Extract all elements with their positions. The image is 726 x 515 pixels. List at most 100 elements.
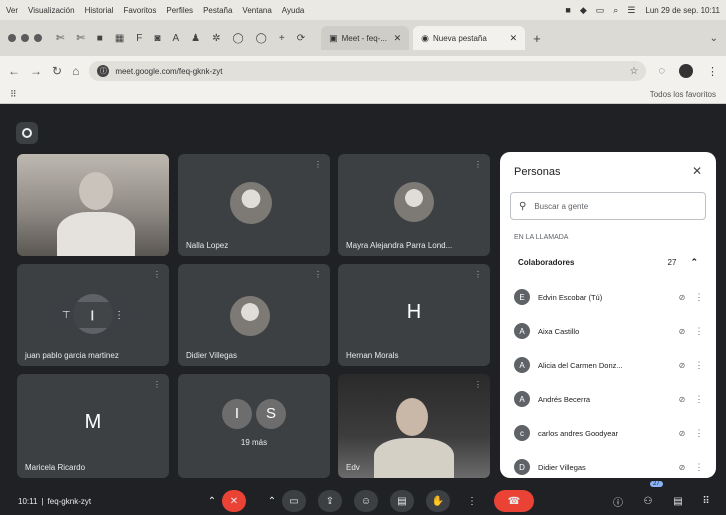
menu-item-visualizacion[interactable]: Visualización [28,6,75,15]
tab-search-icon[interactable]: ⌄ [710,33,718,44]
person-name: Alicia del Carmen Donz... [538,360,623,370]
others-tile[interactable]: I S 19 más [178,374,330,478]
reload-button[interactable]: ↻ [52,64,62,78]
more-options-icon[interactable]: ⋮ [692,462,706,473]
more-options-icon[interactable]: ⋮ [692,326,706,337]
pin-icon[interactable]: ⊤ [62,310,71,321]
camera-toggle-button[interactable]: ▭ [282,490,306,512]
extension-icon[interactable]: ✄ [56,33,64,44]
new-tab-button[interactable]: + [533,31,541,46]
person-name: carlos andres Goodyear [538,428,619,438]
mic-off-icon: ⋮ [474,270,482,279]
chevron-up-icon[interactable]: ⌃ [200,490,224,512]
close-panel-icon[interactable]: ✕ [692,164,702,178]
extension-icon[interactable]: ◯ [232,33,243,44]
chevron-up-icon[interactable]: ⌃ [690,257,698,268]
menu-item-pestana[interactable]: Pestaña [203,6,232,15]
more-options-icon[interactable]: ⋮ [692,428,706,439]
meeting-details-icon[interactable]: ⓘ [606,490,630,512]
person-name: Edvin Escobar (Tú) [538,292,603,302]
menu-item-ver[interactable]: Ver [6,6,18,15]
list-item[interactable]: c carlos andres Goodyear ⊘ ⋮ [514,416,706,450]
mute-tile-icon[interactable]: ❙ [88,310,96,321]
extension-icon[interactable]: ◯ [256,33,267,44]
close-tab-icon[interactable]: ✕ [394,33,402,44]
participant-tile[interactable]: ⋮ H Hernan Morals [338,264,490,366]
menu-item-ayuda[interactable]: Ayuda [282,6,305,15]
bookmark-star-icon[interactable]: ☆ [629,66,638,77]
apps-grid-icon[interactable]: ⠿ [10,89,17,100]
participant-tile[interactable]: ⋮ Nalla Lopez [178,154,330,256]
more-options-icon[interactable]: ⋮ [692,394,706,405]
extension-icon[interactable]: + [279,33,285,44]
raise-hand-button[interactable]: ✋ [426,490,450,512]
collaborators-group-header[interactable]: Colaboradores 27 ⌃ [510,250,706,274]
menubar-clock[interactable]: Lun 29 de sep. 10:11 [645,6,720,15]
all-bookmarks-link[interactable]: Todos los favoritos [650,90,716,99]
activities-button[interactable]: ⠿ [694,490,718,512]
participant-tile[interactable]: ⋮ M Maricela Ricardo [17,374,169,478]
extension-icon[interactable]: ◙ [154,33,160,44]
participant-tile[interactable]: ⋮ Didier Villegas [178,264,330,366]
more-options-icon[interactable]: ⋮ [114,310,124,321]
chevron-up-icon[interactable]: ⌃ [260,490,284,512]
menu-item-favoritos[interactable]: Favoritos [123,6,156,15]
minimize-window-button[interactable] [21,34,29,42]
search-menubar-icon[interactable]: ⌕ [613,5,618,16]
panel-title: Personas [514,166,561,178]
person-name: Aixa Castillo [538,326,580,336]
list-item[interactable]: A Alicia del Carmen Donz... ⊘ ⋮ [514,348,706,382]
browser-menu-icon[interactable]: ⋮ [707,65,718,78]
extension-icon[interactable]: F [136,33,142,44]
participant-tile[interactable]: ⋮ Mayra Alejandra Parra Lond... [338,154,490,256]
meeting-time: 10:11 [18,497,38,506]
more-options-icon[interactable]: ⋮ [692,292,706,303]
list-item[interactable]: A Andrés Becerra ⊘ ⋮ [514,382,706,416]
close-window-button[interactable] [8,34,16,42]
emoji-button[interactable]: ☺ [354,490,378,512]
extension-icon[interactable]: ✲ [212,33,220,44]
avatar: A [514,357,530,373]
participant-tile[interactable] [17,154,169,256]
wifi-icon[interactable]: ◆ [580,5,587,16]
extension-icon[interactable]: ▦ [115,33,124,44]
url-input[interactable]: ⓘ meet.google.com/feq-gknk-zyt ☆ [89,61,647,81]
forward-button[interactable]: → [30,64,42,78]
chat-button[interactable]: ▤ [666,490,690,512]
site-info-icon[interactable]: ⓘ [97,65,110,77]
menu-item-ventana[interactable]: Ventana [242,6,271,15]
maximize-window-button[interactable] [34,34,42,42]
list-item[interactable]: A Aixa Castillo ⊘ ⋮ [514,314,706,348]
tab-new-tab[interactable]: ◉ Nueva pestaña ✕ [413,26,526,50]
extension-icon[interactable]: ✄ [76,33,84,44]
more-options-icon[interactable]: ⋮ [460,490,484,512]
profile-avatar[interactable] [679,64,693,78]
people-button[interactable]: ⚇ [636,490,660,512]
close-tab-icon[interactable]: ✕ [510,33,518,44]
list-item[interactable]: E Edvin Escobar (Tú) ⊘ ⋮ [514,280,706,314]
extension-icon[interactable]: A [172,33,179,44]
extension-icon[interactable]: ■ [97,33,103,44]
meet-logo-icon[interactable] [16,122,38,144]
participant-name: Didier Villegas [186,351,237,360]
battery-icon[interactable]: ▭ [596,5,605,16]
extension-icon[interactable]: ⟳ [297,33,305,44]
back-button[interactable]: ← [8,64,20,78]
mic-toggle-button[interactable]: ✕ [222,490,246,512]
extension-icon[interactable]: ♟ [191,33,200,44]
tab-meet[interactable]: ▣ Meet - feq-... ✕ [321,26,410,50]
participant-tile[interactable]: ⋮ ⊤ ❙ ⋮ juan pablo garcia martinez [17,264,169,366]
screen-record-icon[interactable]: ■ [565,5,570,15]
people-search-input[interactable]: ⚲ Buscar a gente [510,192,706,220]
leave-call-button[interactable]: ☎ [494,490,534,512]
menu-item-perfiles[interactable]: Perfiles [166,6,193,15]
more-options-icon[interactable]: ⋮ [692,360,706,371]
home-button[interactable]: ⌂ [72,64,79,78]
extensions-icon[interactable]: ◌ [658,65,665,77]
control-center-icon[interactable]: ☰ [627,5,635,16]
menu-item-historial[interactable]: Historial [85,6,114,15]
present-button[interactable]: ⇪ [318,490,342,512]
self-view-tile[interactable]: ⋮ Edv [338,374,490,478]
captions-button[interactable]: ▤ [390,490,414,512]
list-item[interactable]: D Didier Villegas ⊘ ⋮ [514,450,706,478]
